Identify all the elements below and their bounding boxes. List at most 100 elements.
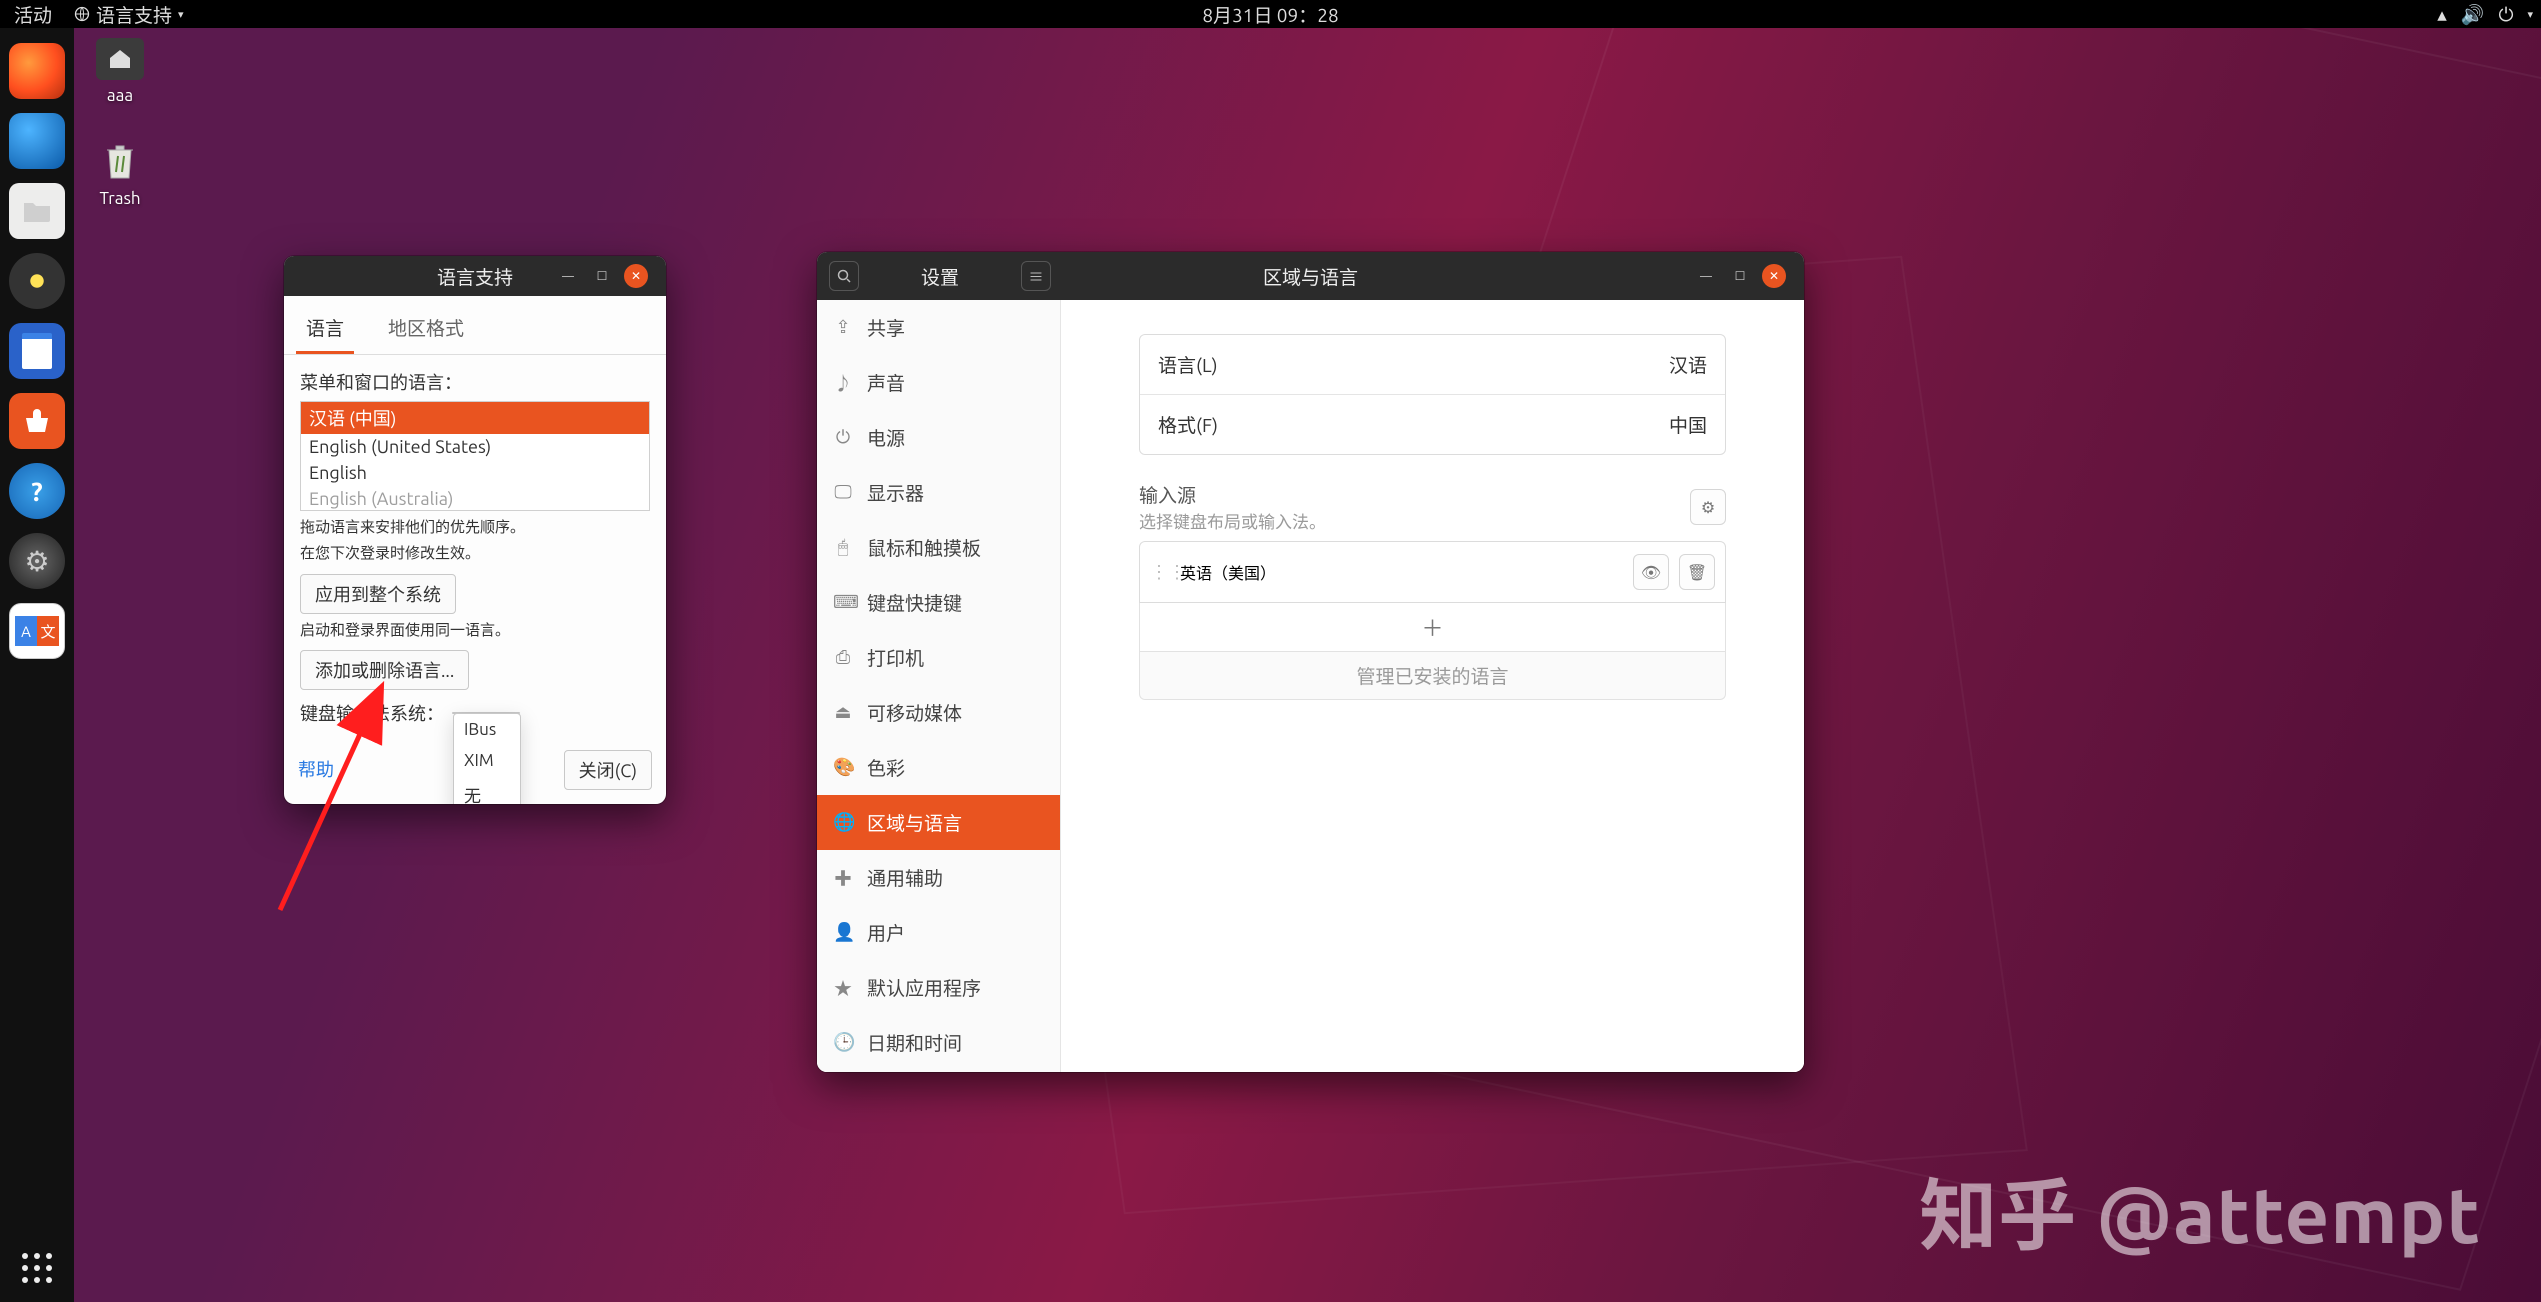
maximize-button[interactable] bbox=[590, 264, 614, 288]
network-icon[interactable]: ▴ bbox=[2437, 3, 2447, 26]
input-method-option[interactable]: IBus bbox=[454, 714, 520, 745]
hint-text: 拖动语言来安排他们的优先顺序。 bbox=[300, 517, 650, 537]
help-button[interactable]: 帮助 bbox=[298, 750, 334, 790]
remove-input-button[interactable]: 🗑 bbox=[1679, 554, 1715, 590]
desktop-icon-label: Trash bbox=[99, 189, 140, 208]
sidebar-item-access[interactable]: ✚通用辅助 bbox=[817, 850, 1060, 905]
dock: ? ⚙ A文 bbox=[0, 28, 74, 1302]
hamburger-button[interactable]: ≡ bbox=[1021, 261, 1051, 291]
input-sources-title: 输入源 bbox=[1139, 481, 1326, 508]
add-input-source-button[interactable]: ＋ bbox=[1139, 603, 1726, 652]
sidebar-item-display[interactable]: 🖵显示器 bbox=[817, 465, 1060, 520]
sidebar-item-defapp[interactable]: ★默认应用程序 bbox=[817, 960, 1060, 1015]
app-menu-label: 语言支持 bbox=[96, 1, 172, 28]
volume-icon[interactable]: 🔊 bbox=[2461, 3, 2485, 26]
view-layout-button[interactable]: 👁 bbox=[1633, 554, 1669, 590]
maximize-button[interactable] bbox=[1728, 264, 1752, 288]
install-remove-languages-button[interactable]: 添加或删除语言... bbox=[300, 650, 469, 690]
desktop-icons: aaa Trash bbox=[96, 38, 144, 208]
thunderbird-launcher[interactable] bbox=[9, 113, 65, 169]
clock[interactable]: 8月31日 09：28 bbox=[1202, 1, 1338, 28]
mouse-icon: 🖱 bbox=[833, 537, 853, 558]
files-launcher[interactable] bbox=[9, 183, 65, 239]
minimize-button[interactable] bbox=[556, 264, 580, 288]
date-icon: 🕒 bbox=[833, 1032, 853, 1053]
language-list[interactable]: 汉语 (中国) English (United States) English … bbox=[300, 401, 650, 511]
settings-launcher[interactable]: ⚙ bbox=[9, 533, 65, 589]
globe-icon: 🌐 bbox=[833, 812, 853, 833]
system-tray[interactable]: ▴ 🔊 ⏻ ▾ bbox=[2437, 3, 2533, 26]
sidebar-item-user[interactable]: 👤 用户 bbox=[817, 905, 1060, 960]
sidebar-item-label: 电源 bbox=[867, 424, 905, 451]
sidebar-item-share[interactable]: ⇪共享 bbox=[817, 300, 1060, 355]
input-method-option[interactable]: 无 bbox=[454, 776, 520, 804]
writer-launcher[interactable] bbox=[9, 323, 65, 379]
language-row[interactable]: English bbox=[301, 460, 649, 486]
desktop-folder-aaa[interactable]: aaa bbox=[96, 38, 144, 105]
close-button[interactable] bbox=[1762, 264, 1786, 288]
show-applications-button[interactable] bbox=[17, 1248, 57, 1288]
sidebar-item-power[interactable]: ⏻电源 bbox=[817, 410, 1060, 465]
language-support-launcher[interactable]: A文 bbox=[9, 603, 65, 659]
top-bar: 活动 语言支持 ▾ 8月31日 09：28 ▴ 🔊 ⏻ ▾ bbox=[0, 0, 2541, 28]
input-source-item[interactable]: ⋮⋮ 英语（美国） 👁 🗑 bbox=[1140, 542, 1725, 602]
row-value: 中国 bbox=[1669, 411, 1707, 438]
music-icon: ♪ bbox=[833, 370, 853, 396]
software-launcher[interactable] bbox=[9, 393, 65, 449]
drag-handle-icon[interactable]: ⋮⋮ bbox=[1150, 562, 1170, 583]
sidebar-item-color[interactable]: 🎨 色彩 bbox=[817, 740, 1060, 795]
search-button[interactable] bbox=[829, 261, 859, 291]
sidebar-item-usb[interactable]: ⏏可移动媒体 bbox=[817, 685, 1060, 740]
input-method-select[interactable]: IBus XIM 无 bbox=[452, 712, 520, 714]
row-label: 语言(L) bbox=[1158, 351, 1218, 378]
sidebar-item-kbd[interactable]: ⌨键盘快捷键 bbox=[817, 575, 1060, 630]
sidebar-item-label: 日期和时间 bbox=[867, 1029, 962, 1056]
input-method-option[interactable]: XIM bbox=[454, 745, 520, 776]
sidebar-item-print[interactable]: ⎙打印机 bbox=[817, 630, 1060, 685]
sidebar-item-music[interactable]: ♪声音 bbox=[817, 355, 1060, 410]
close-button[interactable] bbox=[624, 264, 648, 288]
row-label: 格式(F) bbox=[1158, 411, 1218, 438]
defapp-icon: ★ bbox=[833, 975, 853, 1001]
firefox-launcher[interactable] bbox=[9, 43, 65, 99]
desktop-trash[interactable]: Trash bbox=[96, 141, 144, 208]
language-row[interactable]: English (United States) bbox=[301, 434, 649, 460]
tab-language[interactable]: 语言 bbox=[296, 306, 354, 354]
apply-system-wide-button[interactable]: 应用到整个系统 bbox=[300, 574, 456, 614]
input-source-options-button[interactable]: ⚙ bbox=[1690, 489, 1726, 525]
sidebar-item-date[interactable]: 🕒 日期和时间 bbox=[817, 1015, 1060, 1070]
color-icon: 🎨 bbox=[833, 757, 853, 778]
sidebar-item-label: 区域与语言 bbox=[867, 809, 962, 836]
language-row[interactable]: English (Australia) bbox=[301, 486, 649, 511]
menus-language-label: 菜单和窗口的语言： bbox=[300, 369, 650, 395]
trash-icon: 🗑 bbox=[1687, 563, 1707, 582]
sidebar-item-mouse[interactable]: 🖱鼠标和触摸板 bbox=[817, 520, 1060, 575]
language-support-window: 语言支持 语言 地区格式 菜单和窗口的语言： 汉语 (中国) English (… bbox=[284, 256, 666, 804]
close-button[interactable]: 关闭(C) bbox=[564, 750, 652, 790]
settings-content: 语言(L) 汉语 格式(F) 中国 输入源 选择键盘布局或输入法。 ⚙ bbox=[1061, 300, 1804, 1072]
formats-row[interactable]: 格式(F) 中国 bbox=[1140, 394, 1725, 454]
language-row[interactable]: 语言(L) 汉语 bbox=[1140, 335, 1725, 394]
settings-window: 设置 ≡ 区域与语言 ⇪共享♪声音⏻电源🖵显示器🖱鼠标和触摸板⌨键盘快捷键⎙打印… bbox=[817, 252, 1804, 1072]
trash-icon bbox=[102, 142, 138, 182]
activities-button[interactable]: 活动 bbox=[0, 1, 66, 28]
sidebar-item-globe[interactable]: 🌐 区域与语言 bbox=[817, 795, 1060, 850]
minimize-button[interactable] bbox=[1694, 264, 1718, 288]
chevron-down-icon[interactable]: ▾ bbox=[2527, 8, 2533, 21]
tab-regional-formats[interactable]: 地区格式 bbox=[378, 306, 474, 354]
display-icon: 🖵 bbox=[833, 482, 853, 503]
manage-installed-languages-button[interactable]: 管理已安装的语言 bbox=[1139, 652, 1726, 700]
input-method-label: 键盘输入法系统： bbox=[300, 700, 444, 726]
power-icon[interactable]: ⏻ bbox=[2498, 3, 2513, 26]
sidebar-item-label: 色彩 bbox=[867, 754, 905, 781]
sidebar-item-label: 用户 bbox=[867, 919, 905, 946]
help-launcher[interactable]: ? bbox=[9, 463, 65, 519]
watermark: 知乎 @attempt bbox=[1919, 1154, 2481, 1266]
rhythmbox-launcher[interactable] bbox=[9, 253, 65, 309]
user-icon: 👤 bbox=[833, 922, 853, 943]
sidebar-item-about[interactable]: ✚关于 bbox=[817, 1070, 1060, 1072]
app-menu[interactable]: 语言支持 ▾ bbox=[66, 1, 192, 28]
print-icon: ⎙ bbox=[833, 647, 853, 668]
titlebar: 语言支持 bbox=[284, 256, 666, 296]
language-row[interactable]: 汉语 (中国) bbox=[301, 402, 649, 434]
